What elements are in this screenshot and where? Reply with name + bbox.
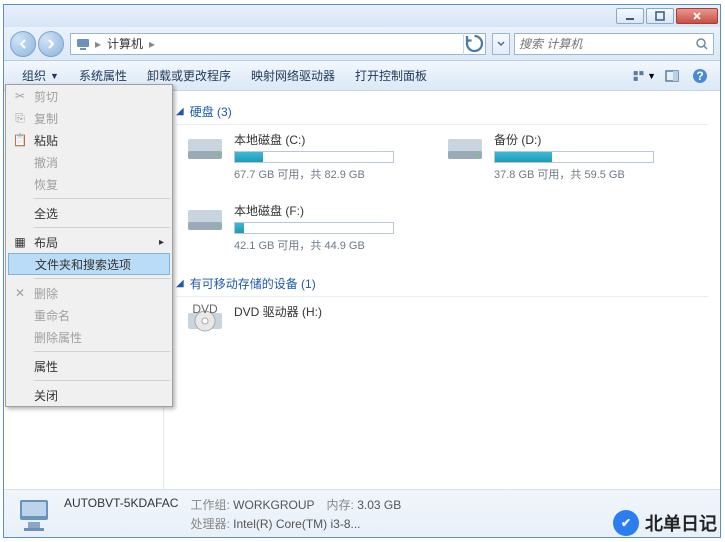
menu-separator — [34, 198, 170, 199]
drive-status: 42.1 GB 可用，共 44.9 GB — [234, 237, 404, 253]
view-mode-button[interactable]: ▼ — [632, 65, 656, 87]
maximize-button[interactable] — [646, 8, 674, 24]
back-button[interactable] — [10, 31, 36, 57]
chevron-down-icon: ▼ — [50, 71, 59, 81]
capacity-bar — [234, 151, 394, 163]
capacity-bar — [494, 151, 654, 163]
collapse-icon: ◢ — [176, 278, 184, 289]
drive-name: 本地磁盘 (F:) — [234, 202, 404, 219]
section-removable[interactable]: ◢有可移动存储的设备 (1) — [176, 271, 708, 297]
menu-rename[interactable]: 重命名 — [6, 304, 172, 326]
drive-f[interactable]: 本地磁盘 (F:) 42.1 GB 可用，共 44.9 GB — [184, 202, 404, 253]
cut-icon: ✂ — [12, 88, 28, 104]
menu-cut[interactable]: ✂剪切 — [6, 85, 172, 107]
navbar: ▸ 计算机 ▸ — [4, 27, 720, 61]
computer-icon — [75, 36, 91, 52]
organize-menu: ✂剪切 ⎘复制 📋粘贴 撤消 恢复 全选 ▦布局▸ 文件夹和搜索选项 ✕删除 重… — [5, 84, 173, 407]
menu-properties[interactable]: 属性 — [6, 355, 172, 377]
forward-button[interactable] — [38, 31, 64, 57]
help-button[interactable]: ? — [688, 65, 712, 87]
search-icon — [695, 37, 709, 51]
capacity-bar — [234, 222, 394, 234]
hdd-icon — [444, 131, 486, 167]
svg-text:?: ? — [696, 69, 703, 83]
drive-dvd[interactable]: DVD DVD 驱动器 (H:) — [184, 303, 404, 339]
collapse-icon: ◢ — [176, 106, 184, 117]
watermark: ✔ 北单日记 — [613, 510, 717, 536]
search-input[interactable] — [519, 37, 695, 51]
drive-name: 本地磁盘 (C:) — [234, 131, 404, 148]
watermark-text: 北单日记 — [645, 510, 717, 536]
breadcrumb-sep-icon: ▸ — [149, 37, 155, 51]
hdd-icon — [184, 202, 226, 238]
history-dropdown[interactable] — [492, 33, 510, 55]
menu-folder-options[interactable]: 文件夹和搜索选项 — [8, 253, 170, 275]
control-panel-button[interactable]: 打开控制面板 — [345, 61, 437, 90]
map-drive-button[interactable]: 映射网络驱动器 — [241, 61, 345, 90]
titlebar — [4, 5, 720, 27]
menu-delete[interactable]: ✕删除 — [6, 282, 172, 304]
menu-selectall[interactable]: 全选 — [6, 202, 172, 224]
copy-icon: ⎘ — [12, 110, 28, 126]
layout-icon: ▦ — [12, 234, 28, 250]
menu-separator — [34, 227, 170, 228]
dvd-icon: DVD — [184, 303, 226, 339]
refresh-button[interactable] — [463, 33, 485, 55]
menu-layout[interactable]: ▦布局▸ — [6, 231, 172, 253]
drive-status: 67.7 GB 可用，共 82.9 GB — [234, 166, 404, 182]
menu-redo[interactable]: 恢复 — [6, 173, 172, 195]
breadcrumb-computer[interactable]: 计算机 — [101, 34, 149, 54]
watermark-icon: ✔ — [613, 510, 639, 536]
menu-separator — [34, 351, 170, 352]
search-box[interactable] — [514, 33, 714, 55]
submenu-arrow-icon: ▸ — [159, 237, 164, 248]
preview-pane-button[interactable] — [660, 65, 684, 87]
content-area: ◢硬盘 (3) 本地磁盘 (C:) 67.7 GB 可用，共 82.9 GB 备… — [164, 91, 720, 489]
drive-c[interactable]: 本地磁盘 (C:) 67.7 GB 可用，共 82.9 GB — [184, 131, 404, 182]
drive-d[interactable]: 备份 (D:) 37.8 GB 可用，共 59.5 GB — [444, 131, 664, 182]
menu-separator — [34, 380, 170, 381]
minimize-button[interactable] — [616, 8, 644, 24]
hdd-icon — [184, 131, 226, 167]
workgroup: WORKGROUP — [233, 498, 314, 512]
menu-paste[interactable]: 📋粘贴 — [6, 129, 172, 151]
close-button[interactable] — [676, 8, 718, 24]
menu-close[interactable]: 关闭 — [6, 384, 172, 406]
address-bar[interactable]: ▸ 计算机 ▸ — [70, 33, 486, 55]
processor: Intel(R) Core(TM) i3-8... — [233, 517, 360, 531]
svg-text:DVD: DVD — [192, 303, 218, 316]
delete-icon: ✕ — [12, 285, 28, 301]
drive-status: 37.8 GB 可用，共 59.5 GB — [494, 166, 664, 182]
drive-name: DVD 驱动器 (H:) — [234, 303, 404, 320]
menu-removeprops[interactable]: 删除属性 — [6, 326, 172, 348]
drive-name: 备份 (D:) — [494, 131, 664, 148]
menu-undo[interactable]: 撤消 — [6, 151, 172, 173]
menu-copy[interactable]: ⎘复制 — [6, 107, 172, 129]
computer-icon — [14, 494, 54, 534]
computer-name: AUTOBVT-5KDAFAC — [64, 496, 178, 513]
section-hdd[interactable]: ◢硬盘 (3) — [176, 99, 708, 125]
menu-separator — [34, 278, 170, 279]
memory: 3.03 GB — [357, 498, 401, 512]
paste-icon: 📋 — [12, 132, 28, 148]
